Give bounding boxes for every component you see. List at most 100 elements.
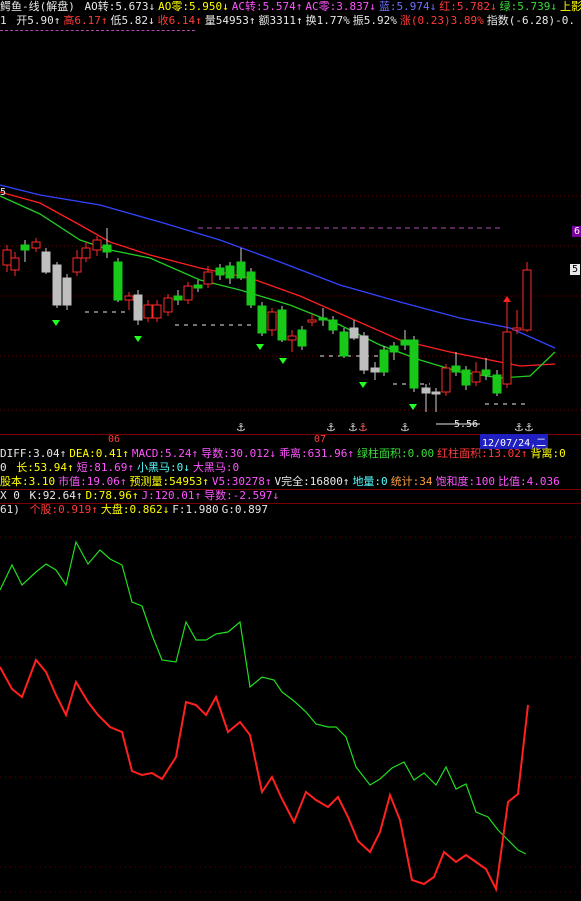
candle-body [173,295,183,301]
ind_row5-item-2: 大盘:0.862↓ [100,503,170,516]
candle-body [502,331,512,385]
candle-body [318,317,328,321]
candle-body [193,284,203,289]
ind_row3-item-8: 比值:4.036 [498,475,560,488]
ind_row4-item-2: D:78.96↑ [85,489,139,502]
down-signal-icon [52,320,60,326]
ind_row3-item-1: 市值:19.06↑ [58,475,127,488]
down-signal-icon [279,358,287,364]
down-signal-icon [256,344,264,350]
anchor-icon: ⚓ [326,421,336,432]
candle-body [421,387,431,394]
ind_row4-item-4: 导数:-2.597↓ [204,489,280,502]
candle-body [92,239,102,251]
ind_row1-item-3: 导数:30.012↓ [201,447,277,460]
candle-body [481,369,491,376]
anchor-icon: ⚓ [236,421,246,432]
macd-indicator-row: DIFF:3.04↑ DEA:0.41↑ MACD:5.24↑ 导数:30.012↓ 乖… [0,447,569,461]
down-signal-icon [409,404,417,410]
candle-body [522,269,532,331]
down-signal-icon [359,382,367,388]
ind_row3-item-3: V5:30278↑ [211,475,272,488]
anchor-icon: ⚓ [348,421,358,432]
ind_row3-item-2: 预测量:54953↑ [129,475,209,488]
candle-body [163,297,173,313]
ind_row1-item-0: DIFF:3.04↑ [0,447,67,460]
candle-body [225,265,235,279]
ind_row3-item-5: 地量:0 [352,475,388,488]
ind_row5-item-3: F:1.980 [172,503,219,516]
candle-body [10,257,20,271]
candle-body [389,345,399,353]
low-price-label: 5.56 [454,419,479,430]
candle-body [471,371,481,383]
anchor-icon: ⚓ [524,421,534,432]
ind_row3-item-7: 饱和度:100 [435,475,496,488]
candle-body [277,309,287,341]
candle-body [512,327,522,331]
ind_row4-item-0: X 0 [0,489,27,502]
candle-body [307,319,317,323]
candle-body [297,329,307,347]
candle-body [246,271,256,306]
kline-chart[interactable]: ⚓ ⚓ ⚓ ⚓ ⚓ ⚓ ⚓ [0,0,581,432]
candle-body [62,277,72,306]
relative-strength-row: 61) 个股:0.919↑ 大盘:0.862↓ F:1.980 G:0.897 [0,503,271,517]
candle-body [41,251,51,273]
ind_row5-item-0: 61) [0,503,27,516]
ind_row2-item-2: 短:81.69↑ [76,461,134,474]
candle-body [287,335,297,341]
candle-body [2,249,12,266]
ind_row1-item-1: DEA:0.41↑ [69,447,129,460]
candle-body [102,244,112,253]
candle-body [431,391,441,395]
candle-body [31,241,41,249]
candle-body [400,339,410,346]
candle-body [124,295,134,301]
ind_row2-item-3: 小黑马:0↓ [136,461,190,474]
candle-body [20,244,30,251]
candle-body [143,304,153,319]
ind_row1-item-5: 绿柱面积:0.00 [357,447,435,460]
candle-body [215,267,225,276]
candle-body [349,327,359,339]
right-price-badge-bottom: 5 [570,264,581,275]
candle-body [379,349,389,373]
market-strength-line [0,540,527,855]
axis-month-07: 07 [314,434,327,445]
ind_row3-item-0: 股本:3.10 [0,475,56,488]
ind_row5-item-1: 个股:0.919↑ [29,503,98,516]
ind_row2-item-1: 长:53.94↑ [16,461,74,474]
candle-body [236,261,246,279]
ind_row3-item-6: 统计:34 [390,475,433,488]
ind_row2-item-4: 大黑马:0 [192,461,240,474]
candle-body [409,339,419,389]
candle-body [267,311,277,331]
ind_row1-item-7: 背离:0 [530,447,566,460]
right-price-badge-top: 6 [572,226,581,237]
ind_row3-item-4: V完全:16800↑ [274,475,350,488]
ind_row1-item-4: 乖离:631.96↑ [279,447,355,460]
anchor-icon: ⚓ [400,421,410,432]
candle-body [492,374,502,394]
candle-body [203,271,213,285]
down-signal-icon [134,336,142,342]
candle-body [359,335,369,371]
candle-body [441,367,451,393]
candle-body [257,305,267,334]
axis-month-06: 06 [108,434,121,445]
candle-body [183,285,193,301]
candle-body [81,247,91,259]
relative-strength-chart[interactable] [0,517,581,901]
candle-body [339,331,349,357]
ind_row1-item-6: 红柱面积:13.02↑ [437,447,528,460]
kdj-indicator-row: X 0 K:92.64↑ D:78.96↑ J:120.01↑ 导数:-2.597↓ [0,489,282,503]
anchor-icon: ⚓ [358,421,368,432]
ind_row4-item-1: K:92.64↑ [29,489,83,502]
candle-body [328,319,338,331]
candle-body [152,304,162,319]
ind_row2-item-0: 0 [0,461,14,474]
candle-body [461,369,471,386]
horse-indicator-row: 0 长:53.94↑ 短:81.69↑ 小黑马:0↓ 大黑马:0 [0,461,242,475]
ind_row5-item-4: G:0.897 [221,503,268,516]
